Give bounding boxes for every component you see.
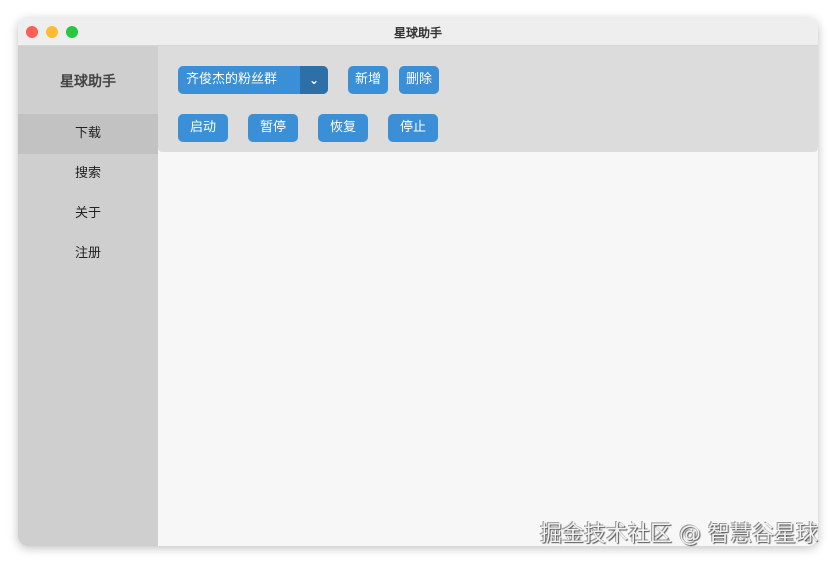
start-button[interactable]: 启动 — [178, 114, 228, 142]
sidebar-item-download[interactable]: 下载 — [18, 114, 158, 154]
sidebar: 星球助手 下载 搜索 关于 注册 — [18, 46, 158, 546]
sidebar-brand: 星球助手 — [60, 74, 116, 90]
delete-button[interactable]: 删除 — [399, 66, 439, 94]
stop-button[interactable]: 停止 — [388, 114, 438, 142]
sidebar-item-about[interactable]: 关于 — [18, 194, 158, 234]
sidebar-item-register[interactable]: 注册 — [18, 234, 158, 274]
app-window: 星球助手 星球助手 下载 搜索 关于 注册 齐俊杰的粉丝群 ⌄ 新增 删除 启动 … — [18, 18, 818, 546]
group-select[interactable]: 齐俊杰的粉丝群 ⌄ — [178, 66, 328, 94]
window-title: 星球助手 — [393, 26, 442, 40]
toolbar: 齐俊杰的粉丝群 ⌄ 新增 删除 启动 暂停 恢复 停止 — [158, 46, 818, 152]
pause-button[interactable]: 暂停 — [248, 114, 298, 142]
watermark: 掘金技术社区 @ 智慧谷星球 — [540, 522, 818, 547]
resume-button[interactable]: 恢复 — [318, 114, 368, 142]
add-button[interactable]: 新增 — [348, 66, 388, 94]
sidebar-item-search[interactable]: 搜索 — [18, 154, 158, 194]
chevron-down-icon[interactable]: ⌄ — [300, 66, 328, 94]
group-select-value: 齐俊杰的粉丝群 — [186, 72, 278, 87]
title-bar: 星球助手 — [18, 18, 818, 46]
